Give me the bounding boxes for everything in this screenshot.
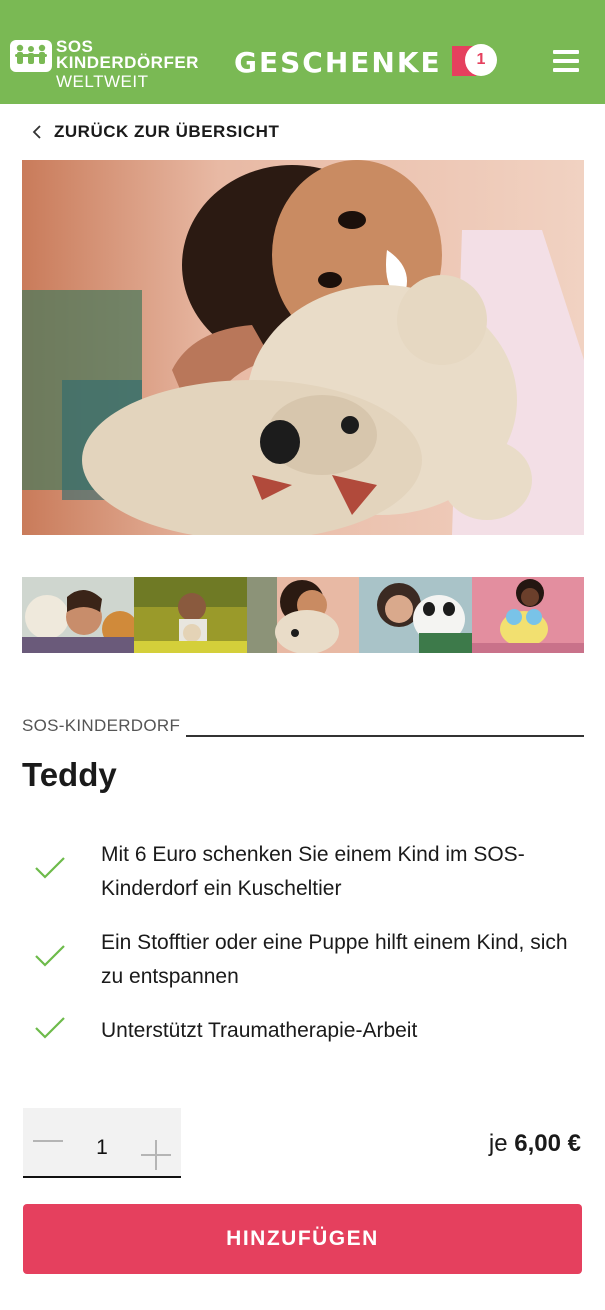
increase-quantity-button[interactable] (141, 1140, 171, 1171)
thumbnail-2[interactable] (134, 577, 247, 653)
product-title: Teddy (22, 756, 117, 793)
site-title[interactable]: GESCHENKE (234, 46, 442, 80)
product-category: SOS-KINDERDORF (22, 716, 181, 735)
sos-logo-mark-icon (10, 40, 52, 72)
chevron-left-icon (32, 125, 41, 139)
unit-price: je 6,00 € (489, 1130, 581, 1158)
product-main-image[interactable] (22, 160, 584, 535)
add-to-cart-button[interactable]: HINZUFÜGEN (23, 1204, 582, 1274)
quantity-stepper: 1 (23, 1108, 181, 1178)
checkmark-icon (35, 857, 65, 879)
sos-logo[interactable]: SOS KINDERDÖRFER WELTWEIT (10, 38, 210, 94)
feature-item: Unterstützt Traumatherapie-Arbeit (22, 1014, 584, 1048)
price-value: 6,00 € (514, 1130, 581, 1157)
thumbnail-strip (22, 577, 584, 653)
logo-text-weltweit: WELTWEIT (56, 72, 149, 91)
hamburger-menu-icon[interactable] (553, 50, 579, 72)
checkmark-icon (35, 945, 65, 967)
thumbnail-5[interactable] (471, 577, 584, 653)
thumbnail-4[interactable] (359, 577, 472, 653)
quantity-value[interactable]: 1 (83, 1136, 121, 1160)
feature-text: Unterstützt Traumatherapie-Arbeit (101, 1019, 418, 1042)
cart-count-badge: 1 (465, 44, 497, 76)
decrease-quantity-button[interactable] (33, 1140, 63, 1142)
back-to-overview-link[interactable]: ZURÜCK ZUR ÜBERSICHT (32, 120, 279, 144)
header: SOS KINDERDÖRFER WELTWEIT GESCHENKE 1 (0, 0, 605, 104)
feature-text: Mit 6 Euro schenken Sie einem Kind im SO… (101, 843, 525, 900)
logo-text-kinderdoerfer: KINDERDÖRFER (56, 53, 199, 72)
back-link-label: ZURÜCK ZUR ÜBERSICHT (54, 122, 280, 141)
thumbnail-1[interactable] (22, 577, 135, 653)
feature-item: Mit 6 Euro schenken Sie einem Kind im SO… (22, 838, 584, 906)
feature-item: Ein Stofftier oder eine Puppe hilft eine… (22, 926, 584, 994)
price-prefix: je (488, 1130, 508, 1157)
feature-list: Mit 6 Euro schenken Sie einem Kind im SO… (22, 838, 584, 1068)
checkmark-icon (35, 1017, 65, 1039)
category-divider (186, 735, 584, 737)
thumbnail-3[interactable] (246, 577, 360, 653)
feature-text: Ein Stofftier oder eine Puppe hilft eine… (101, 931, 568, 988)
cart-button[interactable]: 1 (452, 44, 500, 78)
